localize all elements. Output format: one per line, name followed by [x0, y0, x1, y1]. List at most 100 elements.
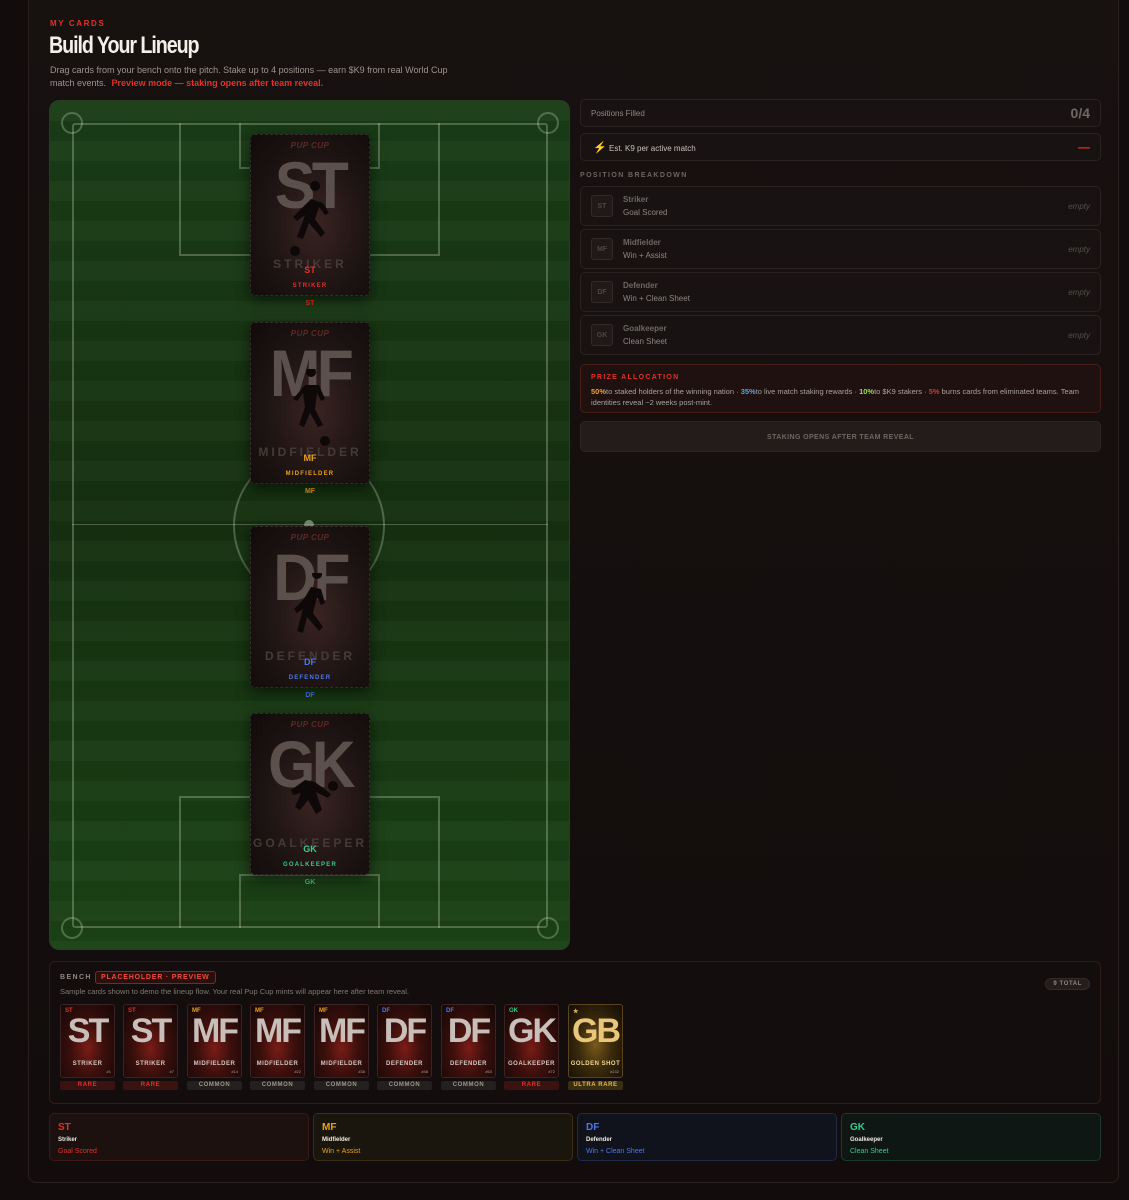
bench-card-art[interactable]: GK GK GOALKEEPER #72	[504, 1004, 559, 1078]
lightning-icon: ⚡	[593, 142, 607, 154]
card-big-code: MF	[191, 1012, 239, 1050]
prize-heading: PRIZE ALLOCATION	[591, 374, 680, 381]
striker-card[interactable]: PUP CUP ST STRIKER ST STRIKER	[250, 134, 370, 296]
goalkeeper-card[interactable]: PUP CUP GK GOALKEEPER GK GOALKEEPER	[250, 713, 370, 875]
pitch-slot-defender[interactable]: PUP CUP DF DEFENDER DF DEFENDER DF	[250, 526, 370, 699]
bench-panel: BENCH PLACEHOLDER · PREVIEW Sample cards…	[49, 961, 1101, 1104]
legend-code: ST	[58, 1122, 71, 1133]
positions-filled-value: 0/4	[1070, 105, 1090, 121]
prize-text-live: to live match staking rewards ·	[755, 387, 860, 396]
slot-tag: ST	[305, 300, 315, 307]
card-role: GOALKEEPER	[507, 1061, 555, 1067]
rarity-badge: RARE	[123, 1081, 178, 1090]
page-title: Build Your Lineup	[49, 32, 200, 59]
legend-name: Defender	[586, 1137, 613, 1143]
position-code-icon: MF	[591, 238, 613, 260]
card-number: #48	[421, 1069, 428, 1074]
prize-text-stakers: to $K9 stakers ·	[874, 387, 929, 396]
positions-filled-panel: Positions Filled 0/4	[580, 99, 1101, 127]
legend-code: GK	[850, 1122, 865, 1133]
position-condition: Win + Assist	[623, 251, 667, 260]
legend-desc: Clean Sheet	[850, 1148, 889, 1155]
defender-card[interactable]: PUP CUP DF DEFENDER DF DEFENDER	[250, 526, 370, 688]
bench-card-art[interactable]: MF MF MIDFIELDER #38	[314, 1004, 369, 1078]
position-condition: Win + Clean Sheet	[623, 294, 690, 303]
card-number: #132	[610, 1069, 619, 1074]
legend-name: Striker	[58, 1137, 78, 1143]
bench-card-art[interactable]: ★ GB GOLDEN SHOT #132	[568, 1004, 623, 1078]
legend-desc: Win + Clean Sheet	[586, 1148, 645, 1155]
bench-card-art[interactable]: ST ST STRIKER #1	[60, 1004, 115, 1078]
rarity-badge: COMMON	[441, 1081, 496, 1090]
prize-text-winning: to staked holders of the winning nation …	[606, 387, 741, 396]
legend-code: MF	[322, 1122, 337, 1133]
bench-card[interactable]: ★ GB GOLDEN SHOT #132 ULTRA RARE	[568, 1004, 623, 1090]
card-role: STRIKER	[292, 283, 328, 289]
legend-striker: ST Striker Goal Scored	[49, 1113, 309, 1161]
card-number: #22	[294, 1069, 301, 1074]
position-name: Goalkeeper	[623, 324, 667, 333]
card-role: GOALKEEPER	[282, 862, 337, 868]
bench-card-art[interactable]: DF DF DEFENDER #48	[377, 1004, 432, 1078]
breakdown-row-midfielder: MF Midfielder Win + Assist empty	[580, 229, 1101, 269]
bench-card-art[interactable]: MF MF MIDFIELDER #14	[187, 1004, 242, 1078]
player-silhouette-icon	[291, 780, 338, 814]
prize-text: 50%to staked holders of the winning nati…	[591, 386, 1091, 408]
prize-pct-stakers: 10%	[859, 387, 875, 396]
pitch-slot-striker[interactable]: PUP CUP ST STRIKER ST STRIKER ST	[250, 134, 370, 307]
bench-card[interactable]: MF MF MIDFIELDER #38 COMMON	[314, 1004, 369, 1090]
bench-card-art[interactable]: MF MF MIDFIELDER #22	[250, 1004, 305, 1078]
breakdown-row-defender: DF Defender Win + Clean Sheet empty	[580, 272, 1101, 312]
position-code-icon: ST	[591, 195, 613, 217]
card-number: #1	[106, 1069, 111, 1074]
card-role: GOLDEN SHOT	[570, 1061, 621, 1067]
card-number: #72	[548, 1069, 555, 1074]
bench-card[interactable]: DF DF DEFENDER #48 COMMON	[377, 1004, 432, 1090]
prize-pct-burn: 5%	[928, 387, 940, 396]
legend-midfielder: MF Midfielder Win + Assist	[313, 1113, 573, 1161]
legend-defender: DF Defender Win + Clean Sheet	[577, 1113, 837, 1161]
rarity-badge: RARE	[504, 1081, 559, 1090]
position-status: empty	[1068, 331, 1090, 340]
card-big-code: ST	[130, 1012, 172, 1050]
estimate-value: —	[1078, 140, 1090, 154]
card-number: #38	[358, 1069, 365, 1074]
card-big-code: ST	[67, 1012, 109, 1050]
bench-label: BENCH	[60, 974, 92, 981]
card-big-code: MF	[318, 1012, 366, 1050]
card-big-code: DF	[383, 1012, 427, 1050]
card-code: GK	[303, 844, 317, 854]
bench-card[interactable]: GK GK GOALKEEPER #72 RARE	[504, 1004, 559, 1090]
bench-card[interactable]: DF DF DEFENDER #63 COMMON	[441, 1004, 496, 1090]
placeholder-badge: PLACEHOLDER · PREVIEW	[95, 971, 216, 984]
midfielder-card[interactable]: PUP CUP MF MIDFIELDER MF MIDFIELDER	[250, 322, 370, 484]
bench-note: Sample cards shown to demo the lineup fl…	[60, 987, 409, 996]
pitch-slot-midfielder[interactable]: PUP CUP MF MIDFIELDER MF MIDFIELDER MF	[250, 322, 370, 495]
bench-card-art[interactable]: DF DF DEFENDER #63	[441, 1004, 496, 1078]
legend-goalkeeper: GK Goalkeeper Clean Sheet	[841, 1113, 1101, 1161]
position-condition: Clean Sheet	[623, 337, 668, 346]
card-role: MIDFIELDER	[285, 471, 335, 477]
card-big-code: GB	[572, 1012, 621, 1050]
card-role: MIDFIELDER	[256, 1061, 299, 1067]
position-status: empty	[1068, 202, 1090, 211]
card-number: #7	[169, 1069, 174, 1074]
bench-card[interactable]: MF MF MIDFIELDER #14 COMMON	[187, 1004, 242, 1090]
card-big-code: DF	[447, 1012, 491, 1050]
position-name: Striker	[623, 195, 649, 204]
preview-mode-note: Preview mode — staking opens after team …	[111, 78, 324, 88]
bench-card[interactable]: ST ST STRIKER #7 RARE	[123, 1004, 178, 1090]
bench-card[interactable]: MF MF MIDFIELDER #22 COMMON	[250, 1004, 305, 1090]
breakdown-row-striker: ST Striker Goal Scored empty	[580, 186, 1101, 226]
pitch-slot-goalkeeper[interactable]: PUP CUP GK GOALKEEPER GK GOALKEEPER GK	[250, 713, 370, 886]
slot-tag: MF	[304, 488, 316, 495]
bench-card[interactable]: ST ST STRIKER #1 RARE	[60, 1004, 115, 1090]
player-silhouette-icon	[290, 181, 329, 256]
legend-name: Goalkeeper	[850, 1137, 883, 1143]
rarity-badge: RARE	[60, 1081, 115, 1090]
player-silhouette-icon	[293, 369, 330, 446]
card-role: DEFENDER	[449, 1061, 487, 1067]
staking-cta-button[interactable]: STAKING OPENS AFTER TEAM REVEAL	[580, 421, 1101, 452]
bench-card-art[interactable]: ST ST STRIKER #7	[123, 1004, 178, 1078]
corner-arc	[61, 112, 83, 134]
